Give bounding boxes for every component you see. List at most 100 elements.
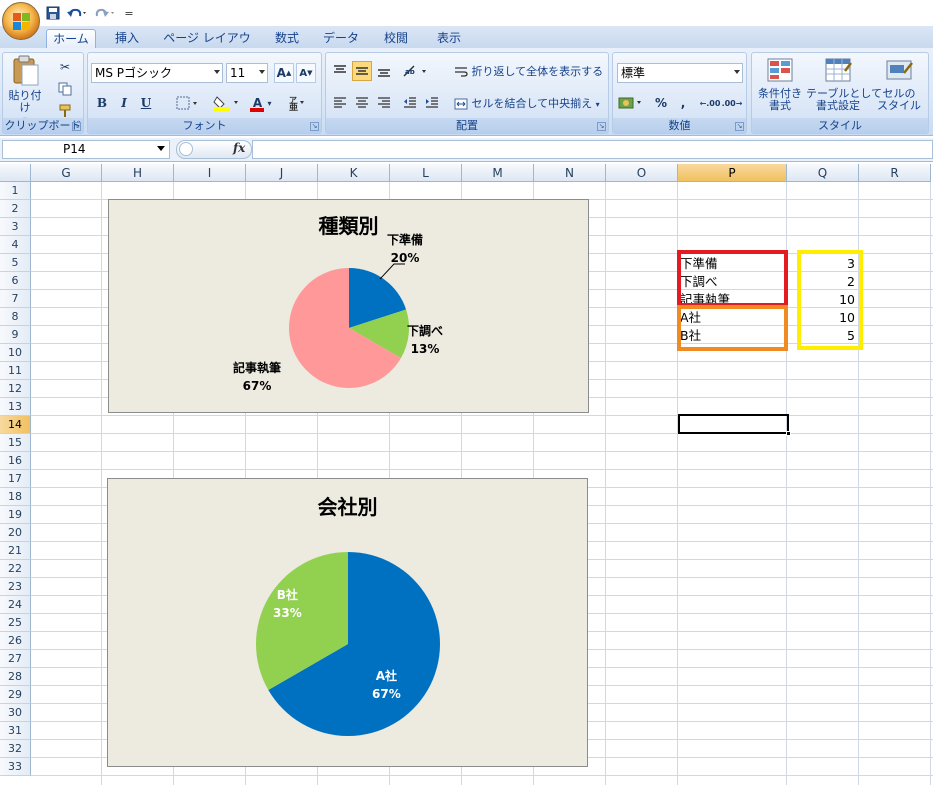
row-header-16[interactable]: 16 bbox=[0, 452, 31, 470]
copy-icon[interactable] bbox=[55, 79, 75, 99]
row-header-17[interactable]: 17 bbox=[0, 470, 31, 488]
column-header-n[interactable]: N bbox=[534, 164, 606, 182]
active-cell-p14[interactable] bbox=[678, 414, 791, 436]
cell-styles-button[interactable]: セルの スタイル bbox=[872, 57, 926, 117]
tab-review[interactable]: 校閲 bbox=[373, 29, 419, 48]
align-middle-icon[interactable] bbox=[352, 61, 372, 81]
font-name-select[interactable]: MS Pゴシック bbox=[91, 63, 223, 83]
row-header-7[interactable]: 7 bbox=[0, 290, 31, 308]
row-header-11[interactable]: 11 bbox=[0, 362, 31, 380]
row-header-15[interactable]: 15 bbox=[0, 434, 31, 452]
row-header-32[interactable]: 32 bbox=[0, 740, 31, 758]
grow-font-button[interactable]: A ▲ bbox=[274, 63, 294, 83]
bold-button[interactable]: B bbox=[92, 93, 112, 113]
clipboard-launcher-icon[interactable]: ↘ bbox=[72, 122, 81, 131]
decrease-decimal-button[interactable]: .00 → bbox=[721, 93, 743, 113]
currency-icon[interactable] bbox=[617, 93, 647, 113]
increase-decimal-button[interactable]: ← .00 bbox=[699, 93, 721, 113]
formula-expand-icon[interactable] bbox=[179, 142, 193, 156]
tab-formulas[interactable]: 数式 bbox=[264, 29, 310, 48]
shrink-font-button[interactable]: A ▼ bbox=[296, 63, 316, 83]
row-header-31[interactable]: 31 bbox=[0, 722, 31, 740]
decrease-indent-icon[interactable] bbox=[400, 93, 420, 113]
row-header-22[interactable]: 22 bbox=[0, 560, 31, 578]
tab-view[interactable]: 表示 bbox=[426, 29, 472, 48]
column-header-g[interactable]: G bbox=[31, 164, 102, 182]
chart-type-breakdown[interactable]: 種類別 下準備 20% 下調べ 13% 記事執筆 67% bbox=[108, 199, 589, 413]
row-header-12[interactable]: 12 bbox=[0, 380, 31, 398]
align-center-icon[interactable] bbox=[352, 93, 372, 113]
number-launcher-icon[interactable]: ↘ bbox=[735, 122, 744, 131]
orientation-icon[interactable]: ab bbox=[400, 61, 432, 81]
tab-page-layout[interactable]: ページ レイアウト bbox=[160, 29, 254, 64]
font-color-button[interactable]: A ▾ bbox=[246, 93, 276, 113]
tab-insert[interactable]: 挿入 bbox=[104, 29, 150, 48]
column-header-r[interactable]: R bbox=[859, 164, 931, 182]
fill-handle[interactable] bbox=[786, 431, 791, 436]
font-launcher-icon[interactable]: ↘ bbox=[310, 122, 319, 131]
column-header-o[interactable]: O bbox=[606, 164, 678, 182]
name-box[interactable]: P14 bbox=[2, 140, 170, 159]
number-format-select[interactable]: 標準 bbox=[617, 63, 743, 83]
borders-icon[interactable] bbox=[174, 93, 202, 113]
row-header-13[interactable]: 13 bbox=[0, 398, 31, 416]
row-header-29[interactable]: 29 bbox=[0, 686, 31, 704]
row-header-14[interactable]: 14 bbox=[0, 416, 31, 434]
row-header-25[interactable]: 25 bbox=[0, 614, 31, 632]
increase-indent-icon[interactable] bbox=[422, 93, 442, 113]
conditional-formatting-button[interactable]: 条件付き 書式 bbox=[754, 57, 806, 117]
column-header-j[interactable]: J bbox=[246, 164, 318, 182]
tab-data[interactable]: データ bbox=[318, 29, 364, 48]
row-header-2[interactable]: 2 bbox=[0, 200, 31, 218]
column-header-l[interactable]: L bbox=[390, 164, 462, 182]
column-header-h[interactable]: H bbox=[102, 164, 174, 182]
row-header-18[interactable]: 18 bbox=[0, 488, 31, 506]
row-header-23[interactable]: 23 bbox=[0, 578, 31, 596]
italic-button[interactable]: I bbox=[114, 93, 134, 113]
column-header-m[interactable]: M bbox=[462, 164, 534, 182]
alignment-launcher-icon[interactable]: ↘ bbox=[597, 122, 606, 131]
save-icon[interactable] bbox=[44, 4, 62, 22]
cut-icon[interactable]: ✂ bbox=[55, 57, 75, 77]
row-header-10[interactable]: 10 bbox=[0, 344, 31, 362]
row-header-33[interactable]: 33 bbox=[0, 758, 31, 776]
percent-button[interactable]: % bbox=[651, 93, 671, 113]
column-header-p[interactable]: P bbox=[678, 164, 787, 182]
row-header-1[interactable]: 1 bbox=[0, 182, 31, 200]
align-left-icon[interactable] bbox=[330, 93, 350, 113]
select-all-corner[interactable] bbox=[0, 164, 31, 182]
paste-button[interactable]: 貼り付け ▾ bbox=[5, 55, 45, 124]
row-header-4[interactable]: 4 bbox=[0, 236, 31, 254]
comma-button[interactable]: , bbox=[673, 93, 693, 113]
column-header-q[interactable]: Q bbox=[787, 164, 859, 182]
column-header-k[interactable]: K bbox=[318, 164, 390, 182]
fill-color-icon[interactable] bbox=[212, 93, 242, 113]
row-header-19[interactable]: 19 bbox=[0, 506, 31, 524]
row-header-21[interactable]: 21 bbox=[0, 542, 31, 560]
align-right-icon[interactable] bbox=[374, 93, 394, 113]
row-header-3[interactable]: 3 bbox=[0, 218, 31, 236]
phonetic-icon[interactable]: ア亜 bbox=[284, 93, 308, 113]
row-header-27[interactable]: 27 bbox=[0, 650, 31, 668]
formula-input[interactable] bbox=[252, 140, 933, 159]
office-button[interactable] bbox=[2, 2, 40, 40]
name-box-dropdown-icon[interactable] bbox=[157, 146, 165, 151]
align-bottom-icon[interactable] bbox=[374, 61, 394, 81]
row-header-5[interactable]: 5 bbox=[0, 254, 31, 272]
row-header-8[interactable]: 8 bbox=[0, 308, 31, 326]
row-header-30[interactable]: 30 bbox=[0, 704, 31, 722]
font-size-select[interactable]: 11 bbox=[226, 63, 268, 83]
align-top-icon[interactable] bbox=[330, 61, 350, 81]
wrap-text-button[interactable]: 折り返して全体を表示する bbox=[454, 63, 604, 81]
customize-qat-icon[interactable]: = bbox=[120, 4, 138, 22]
undo-icon[interactable] bbox=[64, 4, 90, 22]
row-header-26[interactable]: 26 bbox=[0, 632, 31, 650]
row-header-6[interactable]: 6 bbox=[0, 272, 31, 290]
row-header-20[interactable]: 20 bbox=[0, 524, 31, 542]
tab-home[interactable]: ホーム bbox=[46, 29, 96, 48]
redo-icon[interactable] bbox=[92, 4, 118, 22]
row-header-9[interactable]: 9 bbox=[0, 326, 31, 344]
worksheet-grid[interactable]: GHIJKLMNOPQR 1 2 3 4 5 6 7 8 9 10 11 12 13 14 15 16 17 18… bbox=[0, 164, 933, 785]
row-header-24[interactable]: 24 bbox=[0, 596, 31, 614]
underline-button[interactable]: U bbox=[136, 93, 156, 113]
